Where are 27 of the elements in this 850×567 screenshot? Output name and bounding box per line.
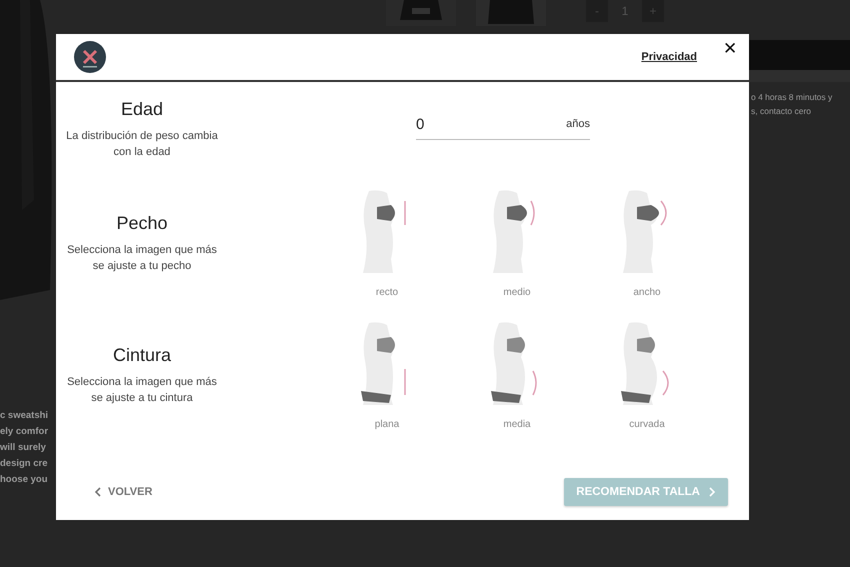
section-title: Edad bbox=[120, 99, 164, 120]
background-text: will surely bbox=[0, 441, 46, 455]
logo-icon bbox=[74, 41, 106, 73]
chevron-left-icon bbox=[94, 487, 102, 497]
background-text: c sweatshi bbox=[0, 409, 48, 423]
option-label[interactable]: medio bbox=[503, 286, 531, 298]
section-description: Selecciona la imagen que más se ajuste a tu cintura bbox=[66, 374, 218, 406]
background-text: design cre bbox=[0, 457, 48, 471]
option-label[interactable]: curvada bbox=[629, 418, 665, 430]
section-description: La distribución de peso cambia con la edad bbox=[65, 129, 219, 160]
background-text: o 4 horas 8 minutos y bbox=[751, 91, 832, 104]
chevron-right-icon bbox=[708, 487, 716, 497]
section-title: Cintura bbox=[112, 344, 172, 366]
option-label[interactable]: recto bbox=[376, 286, 398, 298]
option-label[interactable]: ancho bbox=[633, 286, 661, 298]
age-field[interactable]: 0 años bbox=[416, 109, 590, 140]
section-description: Selecciona la imagen que más se ajuste a tu pecho bbox=[66, 242, 218, 274]
unit-label: años bbox=[566, 118, 590, 130]
back-button[interactable]: VOLVER bbox=[94, 486, 152, 498]
close-button[interactable]: ✕ bbox=[723, 38, 737, 59]
privacy-link[interactable]: Privacidad bbox=[641, 51, 697, 63]
background-text: hoose you bbox=[0, 473, 48, 487]
background-text: ely comfor bbox=[0, 425, 48, 439]
option-label[interactable]: media bbox=[503, 418, 531, 430]
background-text: s, contacto cero bbox=[751, 105, 812, 118]
section-title: Pecho bbox=[116, 212, 168, 234]
option-label[interactable]: plana bbox=[374, 418, 400, 430]
